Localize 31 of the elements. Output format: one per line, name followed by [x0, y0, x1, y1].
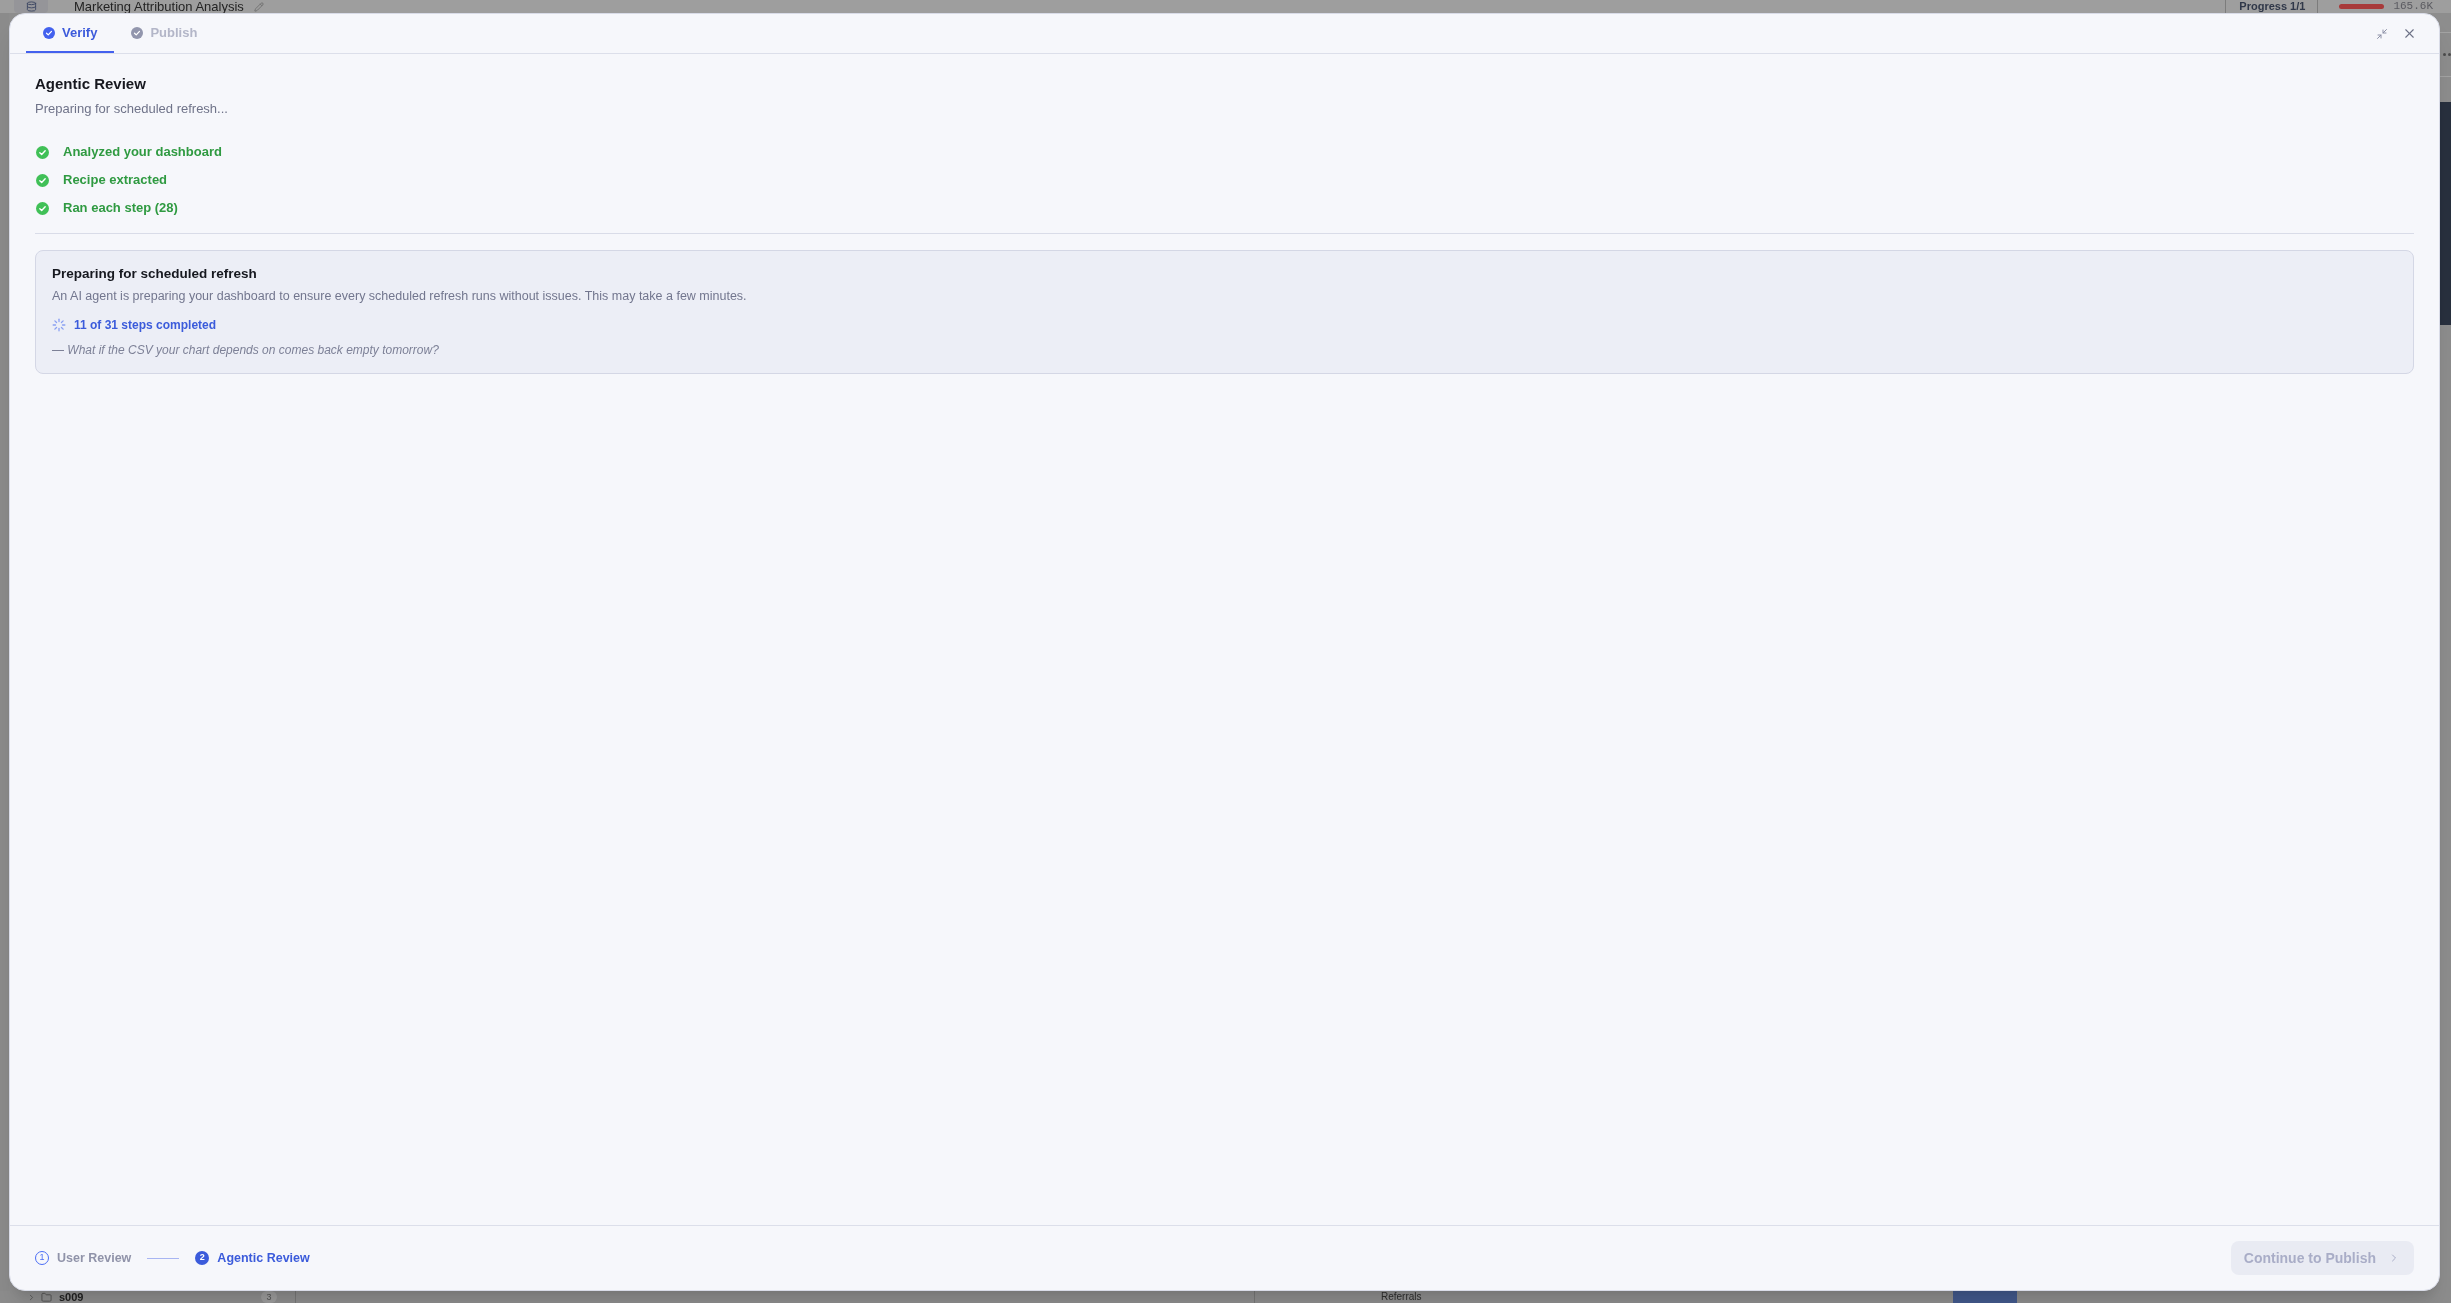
close-button[interactable]	[2402, 26, 2417, 41]
dots-icon[interactable]	[2443, 53, 2451, 56]
section-title: Agentic Review	[35, 74, 146, 94]
card-description: An AI agent is preparing your dashboard to ensure every scheduled refresh runs without issues. This may take a few minutes.	[52, 288, 747, 304]
progress-text: 11 of 31 steps completed	[74, 317, 217, 334]
minimize-icon	[2376, 27, 2388, 40]
step-label: Agentic Review	[217, 1250, 310, 1267]
checklist-item: Ran each step (28)	[63, 199, 178, 217]
quote-text: — What if the CSV your chart depends on comes back empty tomorrow?	[52, 342, 439, 358]
check-circle-icon	[131, 26, 144, 39]
chart-bar	[1952, 1291, 2017, 1303]
chevron-right-icon[interactable]	[27, 1292, 36, 1302]
tree-item-label[interactable]: s009	[59, 1291, 84, 1303]
step-label: User Review	[57, 1250, 132, 1267]
tab[interactable]: Verify	[26, 14, 115, 53]
spinner-icon	[52, 318, 66, 332]
chart-label: Referrals	[1381, 1291, 1422, 1303]
minimize-button[interactable]	[2376, 27, 2388, 40]
step-number: 2	[195, 1251, 210, 1265]
checklist-item: Recipe extracted	[63, 171, 168, 189]
close-icon	[2402, 26, 2417, 41]
folder-icon	[41, 1291, 52, 1303]
metric-value: 165.6K	[2393, 0, 2433, 13]
section-subtitle: Preparing for scheduled refresh...	[35, 100, 228, 118]
checklist-item: Analyzed your dashboard	[63, 143, 222, 161]
value-bar	[2339, 4, 2385, 9]
check-circle-icon	[43, 26, 55, 39]
dashboard-title: Marketing Attribution Analysis	[74, 0, 244, 13]
progress-label: Progress 1/1	[2239, 0, 2306, 13]
pencil-icon[interactable]	[253, 1, 264, 12]
card-title: Preparing for scheduled refresh	[52, 265, 257, 283]
